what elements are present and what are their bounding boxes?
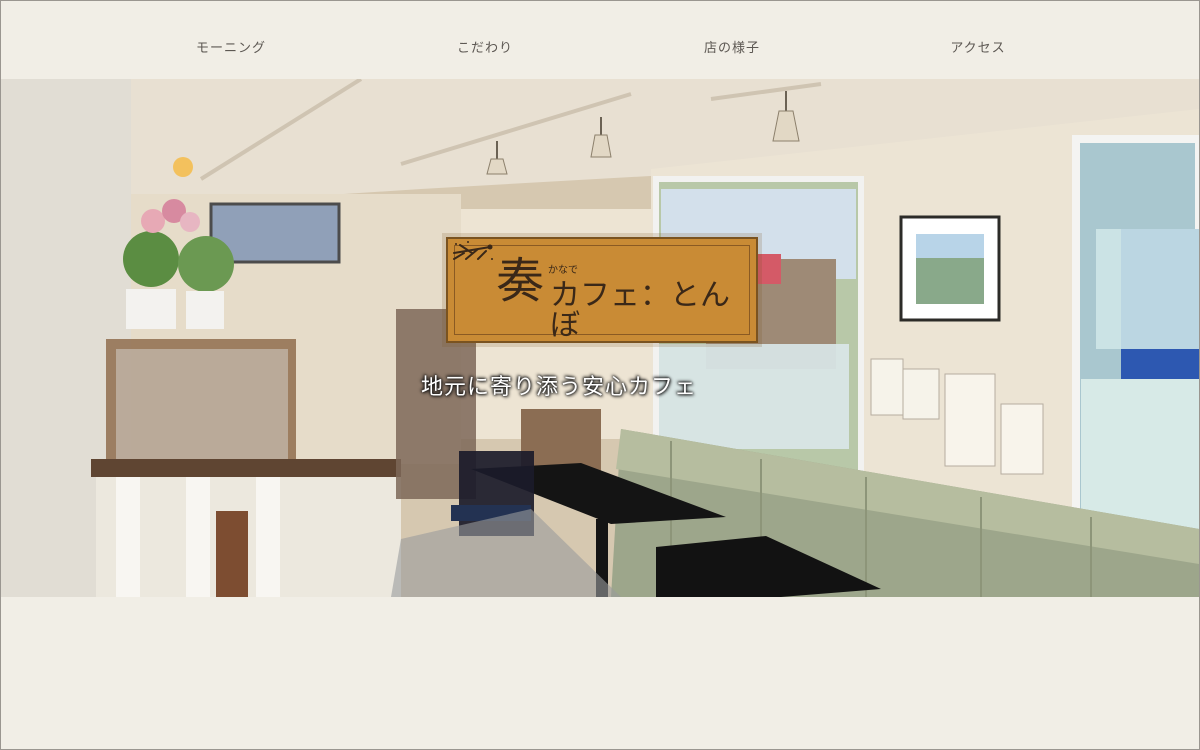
hero-image: 奏 かなで カフェ：とんぼ 地元に寄り添う安心カフェ [1, 79, 1199, 597]
cafe-logo: 奏 かなで カフェ：とんぼ [446, 237, 758, 343]
nav-morning[interactable]: モーニング [151, 37, 311, 56]
logo-kanji: 奏 [496, 253, 545, 309]
top-navigation: モーニング こだわり 店の様子 アクセス [1, 1, 1199, 79]
logo-ruby: かなで [548, 265, 578, 276]
nav-commitment[interactable]: こだわり [405, 37, 565, 56]
dragonfly-icon [453, 241, 493, 260]
nav-store-view[interactable]: 店の様子 [652, 37, 812, 56]
lower-blank-area [1, 597, 1199, 749]
logo-text: カフェ：とんぼ [550, 278, 730, 343]
page-frame: モーニング こだわり 店の様子 アクセス 奏 かなで カフェ：とんぼ 地元に寄り… [0, 0, 1200, 750]
nav-access[interactable]: アクセス [898, 37, 1058, 56]
hero-tagline: 地元に寄り添う安心カフェ [421, 375, 698, 400]
